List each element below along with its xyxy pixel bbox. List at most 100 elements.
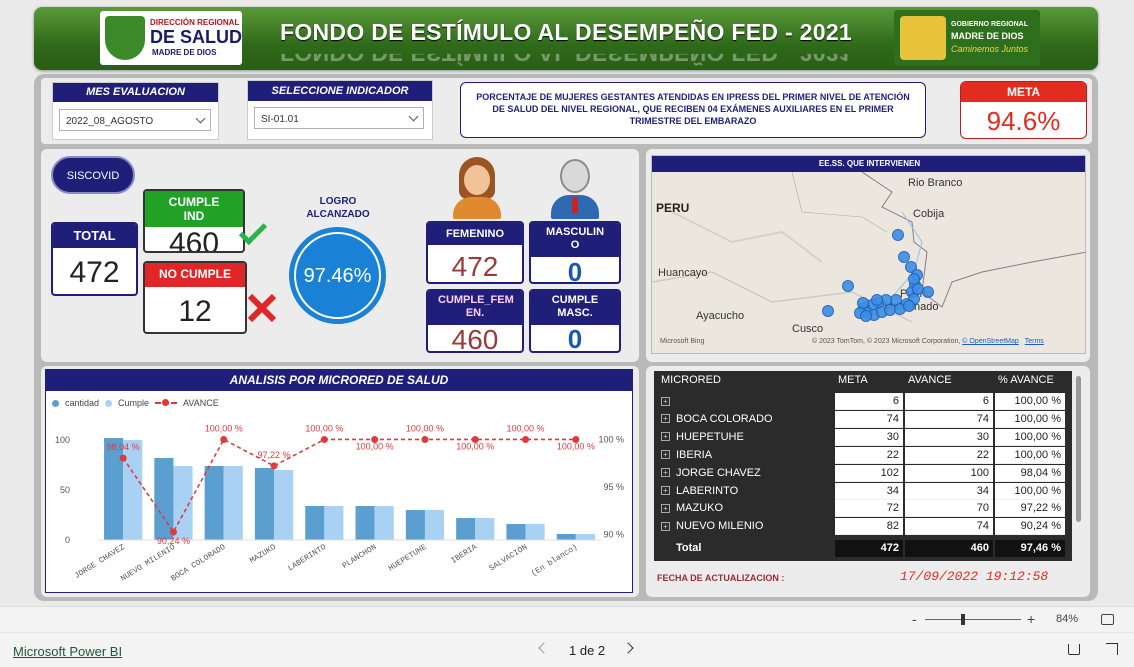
microred-cell: + MAZUKO [658,500,833,517]
avance-point[interactable] [522,435,530,443]
table-header-cell[interactable]: META [838,372,906,389]
bar-cantidad[interactable] [556,534,576,540]
logo-diresa: DIRECCIÓN REGIONAL DE SALUD MADRE DE DIO… [100,11,242,65]
update-label: FECHA DE ACTUALIZACION : [657,573,785,583]
indicador-slicer[interactable]: SELECCIONE INDICADOR SI-01.01 [247,80,433,140]
cumple-fem-card: CUMPLE_FEM EN. 460 [426,289,524,353]
bar-cantidad[interactable] [355,506,375,540]
avance-point[interactable] [169,528,177,536]
expand-icon[interactable]: + [661,486,670,496]
zoom-in-button[interactable]: + [1027,611,1035,627]
microred-cell: + JORGE CHAVEZ [658,465,833,482]
bar-cumple[interactable] [424,510,445,540]
update-value: 17/09/2022 19:12:58 [900,569,1049,584]
map-label-ayacucho: Ayacucho [696,310,745,322]
table-row[interactable]: + JORGE CHAVEZ 102 100 98,04 % [654,464,1066,483]
emblem-icon [900,16,946,60]
expand-icon[interactable]: + [661,450,670,460]
x-tick-label: NUEVO MILENIO [119,543,177,584]
share-icon[interactable] [1068,644,1080,655]
table-cell: 34 [835,482,903,500]
table-row[interactable]: + MAZUKO 72 70 97,22 % [654,500,1066,518]
table-cell: 90,24 % [995,518,1065,536]
bar-cumple[interactable] [475,518,495,540]
total-cell: 460 [905,540,993,557]
avance-point[interactable] [421,435,429,443]
avance-point[interactable] [119,454,127,462]
siscovid-button[interactable]: SISCOVID [51,156,135,194]
table-header-cell[interactable]: AVANCE [908,372,996,389]
table-cell: 100,00 % [995,410,1065,428]
mes-slicer[interactable]: MES EVALUACION 2022_08_AGOSTO [52,82,219,140]
powerbi-link[interactable]: Microsoft Power BI [13,644,122,659]
total-cell: 97,46 % [995,540,1065,557]
microred-table[interactable]: MICRORED META AVANCE% AVANCE +6 6 100,00 % + B… [654,371,1072,561]
map-visual[interactable]: EE.SS. QUE INTERVIENEN Rio Branco PERU C… [651,155,1086,354]
expand-icon[interactable]: + [661,432,670,442]
logro-gauge: 97.46% [289,227,386,324]
expand-icon[interactable]: + [661,521,670,531]
expand-icon[interactable]: + [661,414,670,424]
expand-icon[interactable]: + [661,503,670,513]
expand-icon[interactable]: + [661,468,670,478]
bar-cantidad[interactable] [506,524,526,540]
bar-cumple[interactable] [575,534,595,540]
bar-cumple[interactable] [123,440,143,540]
bar-cumple[interactable] [374,506,394,540]
avance-data-label: 90,24 % [157,536,190,546]
map-marker[interactable] [908,273,920,285]
map-marker[interactable] [860,310,872,322]
table-header-cell[interactable]: MICRORED [661,372,836,389]
zoom-out-button[interactable]: - [912,611,917,627]
bar-cumple[interactable] [525,524,545,540]
map-svg[interactable] [652,172,1086,354]
map-marker[interactable] [842,280,854,292]
mes-dropdown[interactable]: 2022_08_AGOSTO [59,109,211,131]
fullscreen-icon[interactable] [1106,643,1118,655]
avance-point[interactable] [320,435,328,443]
zoom-level: 84% [1056,613,1079,625]
legend-cantidad-dot [52,399,59,407]
map-marker[interactable] [922,286,934,298]
indicador-dropdown[interactable]: SI-01.01 [254,107,424,129]
bar-cantidad[interactable] [305,506,325,540]
table-row[interactable]: + HUEPETUHE 30 30 100,00 % [654,428,1066,447]
table-row[interactable]: + BOCA COLORADO 74 74 100,00 % [654,410,1066,429]
table-cell: 30 [905,428,993,446]
avance-point[interactable] [220,435,228,443]
table-row[interactable]: + LABERINTO 34 34 100,00 % [654,482,1066,501]
x-tick-label: LABERINTO [287,543,329,574]
table-header-cell[interactable]: % AVANCE [998,372,1068,389]
zoom-slider[interactable] [925,619,1021,620]
next-page-icon[interactable] [622,642,634,654]
table-cell: 100,00 % [995,428,1065,446]
fit-page-icon[interactable] [1101,614,1114,625]
bar-cumple[interactable] [324,506,344,540]
table-scrollbar[interactable] [1076,376,1081,522]
prev-page-icon[interactable] [538,642,550,654]
map-marker[interactable] [903,300,915,312]
expand-icon[interactable]: + [661,396,670,406]
microred-cell: + LABERINTO [658,483,833,500]
chart-visual[interactable]: ANALISIS POR MICRORED DE SALUD cantidad … [45,369,633,593]
avance-point[interactable] [270,462,278,470]
map-marker[interactable] [871,294,883,306]
bar-cumple[interactable] [223,466,243,540]
bar-cantidad[interactable] [204,466,224,540]
table-row[interactable]: + NUEVO MILENIO 82 74 90,24 % [654,518,1066,536]
bar-cantidad[interactable] [456,518,476,540]
x-tick-label: (En blanco) [530,543,580,579]
zoom-slider-thumb[interactable] [961,614,965,625]
map-marker[interactable] [822,305,834,317]
table-row[interactable]: + IBERIA 22 22 100,00 % [654,446,1066,465]
total-card: TOTAL 472 [51,222,138,296]
map-label-rio-branco: Rio Branco [908,177,963,189]
bar-line-chart[interactable]: 05010090 %95 %100 %JORGE CHAVEZNUEVO MIL… [46,410,632,592]
map-marker[interactable] [892,229,904,241]
table-row[interactable]: +6 6 100,00 % [654,393,1066,411]
bar-cumple[interactable] [274,470,294,540]
male-avatar-icon [549,157,601,219]
bar-cantidad[interactable] [254,468,275,540]
bar-cantidad[interactable] [104,438,124,540]
bar-cantidad[interactable] [405,510,425,540]
